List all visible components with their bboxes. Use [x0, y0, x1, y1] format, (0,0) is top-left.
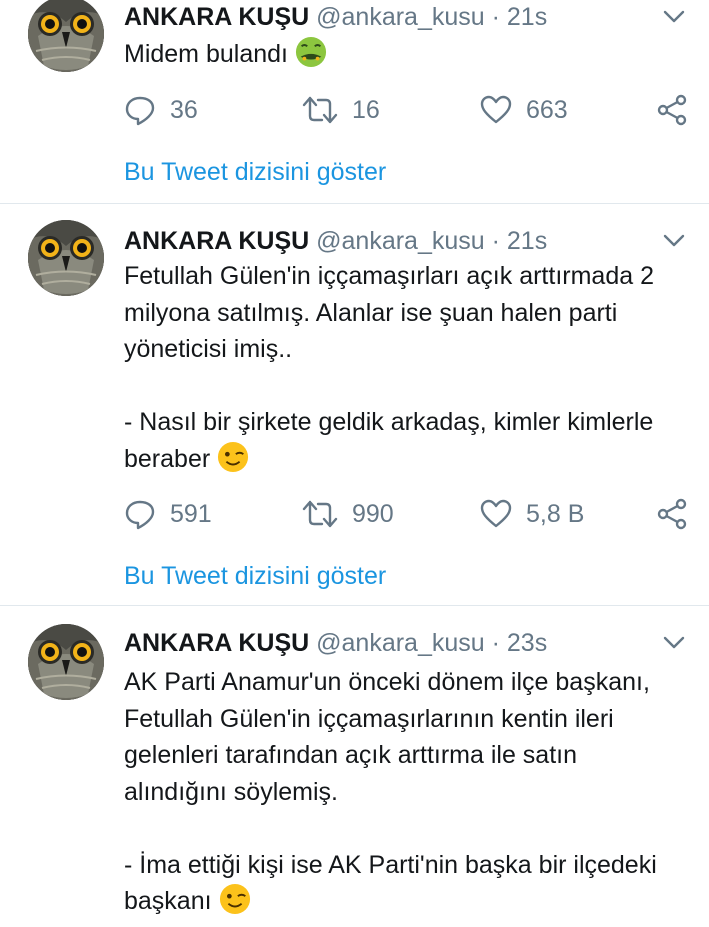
tweet-header: ANKARA KUŞU @ankara_kusu · 21s [124, 2, 547, 32]
tweet-actions: 591 990 5,8 B [124, 496, 694, 532]
tweet-text-content: Midem bulandı [124, 40, 288, 68]
divider [0, 203, 709, 204]
show-thread-link[interactable]: Bu Tweet dizisini göster [124, 158, 386, 187]
share-icon [656, 498, 688, 530]
author-name[interactable]: ANKARA KUŞU [124, 629, 309, 657]
divider [0, 605, 709, 606]
tweet-text-content: Fetullah Gülen'in iççamaşırları açık art… [124, 262, 654, 473]
winking-face-icon [219, 883, 251, 915]
reply-count: 36 [170, 95, 198, 124]
share-icon [656, 94, 688, 126]
reply-icon [124, 498, 156, 530]
reply-button[interactable]: 36 [124, 92, 198, 128]
reply-count: 591 [170, 499, 212, 528]
retweet-button[interactable]: 990 [302, 496, 394, 532]
avatar[interactable] [28, 0, 104, 72]
author-handle[interactable]: @ankara_kusu [316, 629, 485, 657]
like-count: 5,8 B [526, 499, 585, 528]
heart-icon [480, 498, 512, 530]
heart-icon [480, 94, 512, 126]
nauseated-face-icon [295, 36, 327, 68]
retweet-icon [302, 498, 338, 530]
tweet-text: Fetullah Gülen'in iççamaşırları açık art… [124, 258, 684, 477]
retweet-icon [302, 94, 338, 126]
owl-avatar-icon [28, 0, 104, 72]
tweet[interactable]: ANKARA KUŞU @ankara_kusu · 21s Fetullah … [0, 220, 709, 604]
tweet-time[interactable]: 23s [507, 629, 547, 657]
reply-button[interactable]: 591 [124, 496, 212, 532]
tweet[interactable]: ANKARA KUŞU @ankara_kusu · 21s Midem bul… [0, 0, 709, 205]
tweet[interactable]: ANKARA KUŞU @ankara_kusu · 23s AK Parti … [0, 624, 709, 927]
tweet-header: ANKARA KUŞU @ankara_kusu · 23s [124, 628, 547, 658]
tweet-time[interactable]: 21s [507, 3, 547, 31]
chevron-down-icon[interactable] [663, 8, 685, 24]
like-button[interactable]: 5,8 B [480, 496, 584, 532]
owl-avatar-icon [28, 624, 104, 700]
retweet-count: 990 [352, 499, 394, 528]
tweet-text: Midem bulandı [124, 36, 684, 73]
reply-icon [124, 94, 156, 126]
author-handle[interactable]: @ankara_kusu [316, 227, 485, 255]
share-button[interactable] [656, 496, 688, 532]
owl-avatar-icon [28, 220, 104, 296]
retweet-count: 16 [352, 95, 380, 124]
author-name[interactable]: ANKARA KUŞU [124, 3, 309, 31]
retweet-button[interactable]: 16 [302, 92, 380, 128]
tweet-header: ANKARA KUŞU @ankara_kusu · 21s [124, 226, 547, 256]
share-button[interactable] [656, 92, 688, 128]
avatar[interactable] [28, 220, 104, 296]
author-handle[interactable]: @ankara_kusu [316, 3, 485, 31]
separator: · [491, 227, 500, 255]
author-name[interactable]: ANKARA KUŞU [124, 227, 309, 255]
show-thread-link[interactable]: Bu Tweet dizisini göster [124, 562, 386, 591]
like-count: 663 [526, 95, 568, 124]
tweet-actions: 36 16 663 [124, 92, 694, 128]
separator: · [491, 3, 500, 31]
winking-face-icon [217, 441, 249, 473]
chevron-down-icon[interactable] [663, 634, 685, 650]
like-button[interactable]: 663 [480, 92, 568, 128]
tweet-time[interactable]: 21s [507, 227, 547, 255]
chevron-down-icon[interactable] [663, 232, 685, 248]
separator: · [491, 629, 500, 657]
avatar[interactable] [28, 624, 104, 700]
tweet-text: AK Parti Anamur'un önceki dönem ilçe baş… [124, 664, 684, 920]
tweet-text-content: AK Parti Anamur'un önceki dönem ilçe baş… [124, 668, 657, 915]
